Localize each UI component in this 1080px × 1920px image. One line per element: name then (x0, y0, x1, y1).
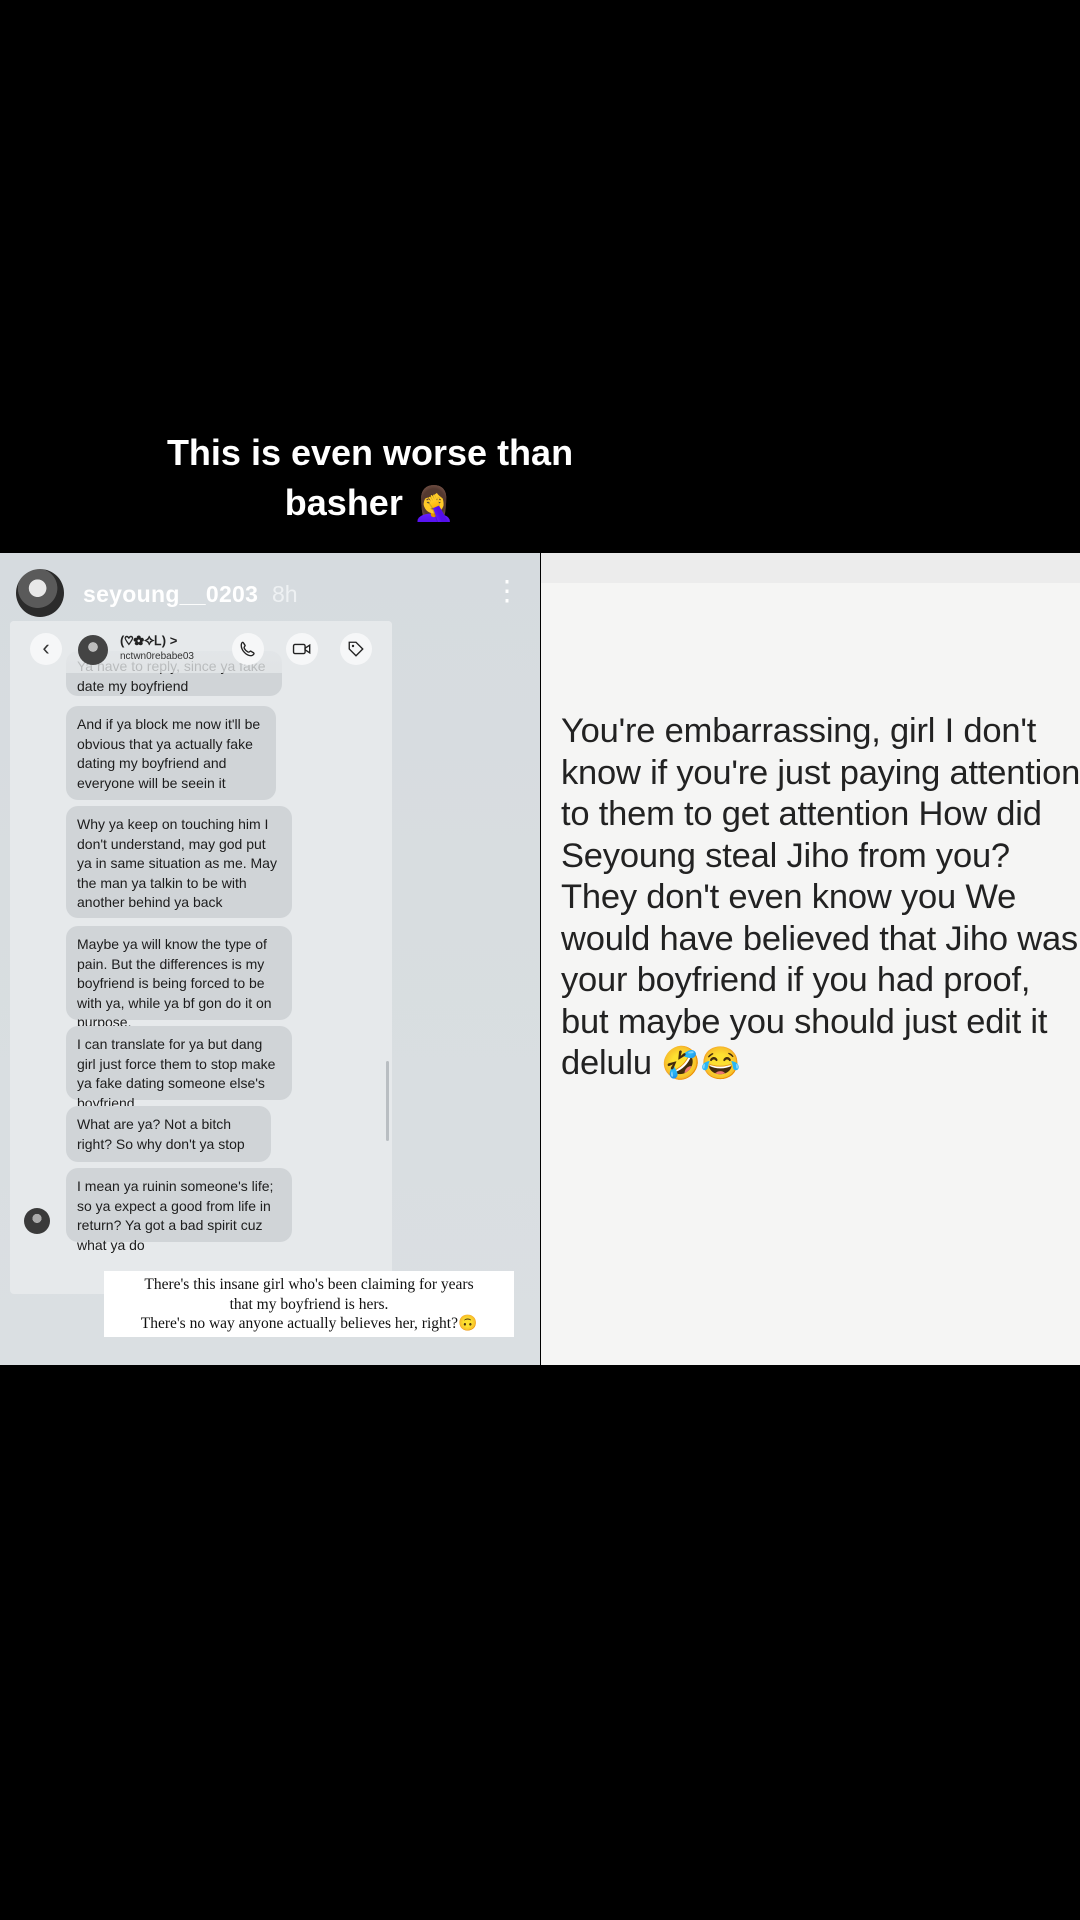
facepalm-emoji: 🤦‍♀️ (412, 485, 456, 523)
comment-panel: You're embarrassing, girl I don't know i… (541, 553, 1080, 1365)
story-username[interactable]: seyoung__0203 (83, 581, 258, 608)
story-screenshot-panel: seyoung__0203 8h ⋮ ‹ (♡✿✧Ꮮ) > nctwn0reba… (0, 553, 540, 1365)
comment-text: You're embarrassing, girl I don't know i… (561, 712, 1080, 1082)
contact-avatar[interactable] (78, 635, 108, 665)
video-icon[interactable] (286, 633, 318, 665)
panel-top-bar (541, 553, 1080, 583)
back-icon[interactable]: ‹ (30, 633, 62, 665)
quote-line-3: There's no way anyone actually believes … (140, 1315, 478, 1332)
quote-line-2: that my boyfriend is hers. (229, 1295, 389, 1313)
dm-screenshot: ‹ (♡✿✧Ꮮ) > nctwn0rebabe03 Ya have to rep… (10, 621, 392, 1294)
quote-line-1: There's this insane girl who's been clai… (144, 1276, 474, 1293)
contact-name[interactable]: (♡✿✧Ꮮ) > (120, 633, 177, 649)
phone-icon[interactable] (232, 633, 264, 665)
message-bubble: I mean ya ruinin someone's life; so ya e… (66, 1168, 292, 1253)
message-bubble: Maybe ya will know the type of pain. But… (66, 926, 292, 1030)
sender-avatar (24, 1208, 50, 1234)
contact-handle: nctwn0rebabe03 (120, 651, 194, 662)
message-bubble: What are ya? Not a bitch right? So why d… (66, 1106, 271, 1162)
laughing-emojis: 🤣😂 (661, 1045, 741, 1081)
comment-text-block: You're embarrassing, girl I don't know i… (561, 711, 1080, 1085)
message-bubble: And if ya block me now it'll be obvious … (66, 706, 276, 800)
story-text-caption: There's this insane girl who's been clai… (104, 1271, 514, 1337)
message-bubble: I can translate for ya but dang girl jus… (66, 1026, 292, 1111)
dm-header: ‹ (♡✿✧Ꮮ) > nctwn0rebabe03 (10, 621, 392, 673)
tag-icon[interactable] (340, 633, 372, 665)
scrollbar[interactable] (386, 1061, 389, 1141)
message-bubble: Why ya keep on touching him I don't unde… (66, 806, 292, 918)
caption-line-1: This is even worse than (166, 432, 574, 473)
story-timestamp: 8h (272, 581, 298, 607)
more-options-icon[interactable]: ⋮ (493, 577, 521, 605)
caption-line-2: basher 🤦‍♀️ (150, 478, 590, 529)
caption-line-2-text: basher (284, 482, 403, 523)
story-header: seyoung__0203 8h ⋮ (0, 553, 540, 623)
video-caption: This is even worse than basher 🤦‍♀️ (150, 428, 590, 529)
story-avatar[interactable] (16, 569, 64, 617)
